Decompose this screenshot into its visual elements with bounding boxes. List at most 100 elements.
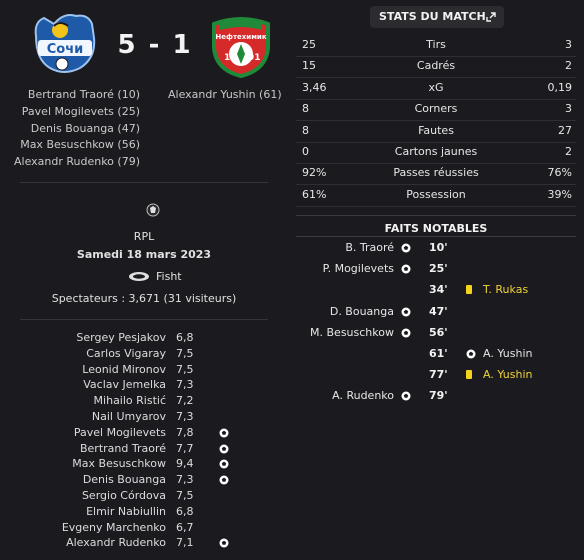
fact-minute: 10'	[429, 241, 448, 254]
player-rating-row[interactable]: Denis Bouanga 7,3	[0, 472, 288, 488]
home-scorer: Max Besuschkow (56)	[20, 138, 140, 152]
fact-row: B. Traoré 10'	[288, 237, 584, 258]
player-rating: 7,7	[176, 441, 194, 455]
player-ratings: Sergey Pesjakov 6,8 Carlos Vigaray 7,5 Leoni…	[0, 330, 288, 551]
stat-row: 8 Fautes 27	[296, 122, 576, 143]
player-rating: 7,1	[176, 536, 194, 550]
away-scorers: Alexandr Yushin (61)	[168, 87, 282, 104]
away-crest-text: Нефтехимик	[215, 33, 266, 41]
ball-icon	[401, 243, 411, 253]
player-rating: 7,3	[176, 473, 194, 487]
player-name: Carlos Vigaray	[86, 346, 166, 360]
home-scorer: Bertrand Traoré (10)	[27, 88, 140, 101]
match-stats-button[interactable]: STATS DU MATCH	[370, 6, 504, 28]
stat-row: 8 Corners 3	[296, 100, 576, 122]
stat-label: Possession	[406, 187, 466, 201]
stat-away-value: 39%	[547, 187, 572, 201]
player-rating-row[interactable]: Pavel Mogilevets 7,8	[0, 425, 288, 441]
player-rating-row[interactable]: Sergio Córdova 7,5	[0, 488, 288, 504]
away-crest-year-right: 91	[248, 53, 261, 63]
fact-row: 34' T. Rukas	[288, 279, 584, 300]
away-scorer: Alexandr Yushin (61)	[168, 88, 282, 101]
stat-away-value: 76%	[547, 166, 572, 180]
player-rating-row[interactable]: Leonid Mironov 7,5	[0, 362, 288, 378]
fact-home-player[interactable]: A. Rudenko	[332, 385, 394, 406]
fact-minute: 47'	[429, 304, 448, 318]
ball-icon	[401, 307, 411, 317]
competition-name: RPL	[133, 230, 155, 243]
away-team-crest[interactable]: Нефтехимик 19 91	[208, 12, 274, 78]
stat-label: Corners	[414, 102, 458, 116]
player-rating-row[interactable]: Carlos Vigaray 7,5	[0, 346, 288, 362]
player-rating: 6,8	[176, 331, 194, 344]
home-crest-text: Сочи	[47, 42, 84, 57]
fact-home-player[interactable]: P. Mogilevets	[323, 258, 394, 279]
player-rating-row[interactable]: Alexandr Rudenko 7,1	[0, 535, 288, 551]
player-name: Denis Bouanga	[82, 473, 166, 487]
stat-row: 92% Passes réussies 76%	[296, 164, 576, 186]
stat-label: Cartons jaunes	[394, 145, 478, 158]
player-rating: 7,5	[176, 362, 194, 376]
stat-row: 3,46 xG 0,19	[296, 79, 576, 100]
stat-away-value: 3	[565, 102, 572, 116]
away-crest-year-left: 19	[224, 53, 237, 63]
player-rating: 7,3	[176, 409, 194, 423]
facts-title: FAITS NOTABLES	[384, 222, 488, 235]
goal-icon-wrap	[219, 475, 229, 485]
player-name: Alexandr Rudenko	[66, 536, 166, 550]
fact-home-player[interactable]: M. Besuschkow	[310, 322, 394, 343]
player-name: Max Besuschkow	[72, 457, 166, 471]
stat-label: Tirs	[426, 38, 446, 51]
player-rating-row[interactable]: Vaclav Jemelka 7,3	[0, 377, 288, 393]
fact-minute: 34'	[429, 283, 448, 297]
ball-icon	[219, 475, 229, 485]
fact-row: 61' A. Yushin	[288, 343, 584, 364]
player-rating-row[interactable]: Max Besuschkow 9,4	[0, 456, 288, 472]
player-name: Evgeny Marchenko	[61, 520, 166, 534]
player-rating-row[interactable]: Nail Umyarov 7,3	[0, 409, 288, 425]
player-name: Mihailo Ristić	[93, 394, 166, 408]
stat-row: 0 Cartons jaunes 2	[296, 143, 576, 164]
fact-minute: 25'	[429, 262, 448, 276]
ball-icon	[219, 459, 229, 469]
fact-home-player[interactable]: D. Bouanga	[330, 301, 394, 322]
stat-away-value: 0,19	[547, 80, 573, 94]
player-rating-row[interactable]: Bertrand Traoré 7,7	[0, 441, 288, 457]
player-rating-row[interactable]: Sergey Pesjakov 6,8	[0, 330, 288, 346]
player-rating-row[interactable]: Mihailo Ristić 7,2	[0, 393, 288, 409]
stat-row: 25 Tirs 3	[296, 36, 576, 57]
player-rating-row[interactable]: Evgeny Marchenko 6,7	[0, 520, 288, 536]
player-name: Leonid Mironov	[82, 362, 166, 376]
ball-icon	[466, 349, 476, 359]
fact-away-player[interactable]: T. Rukas	[483, 279, 528, 300]
stat-label: Fautes	[418, 123, 454, 137]
home-scorers: Bertrand Traoré (10) Pavel Mogilevets (2…	[14, 87, 140, 171]
competition-icon	[146, 203, 160, 217]
divider	[20, 182, 268, 183]
ball-icon	[401, 391, 411, 401]
goal-icon-wrap	[401, 328, 411, 338]
player-rating-row[interactable]: Elmir Nabiullin 6,8	[0, 504, 288, 520]
fact-row: A. Rudenko 79'	[288, 385, 584, 406]
stat-away-value: 2	[565, 145, 572, 158]
player-rating: 6,7	[176, 520, 194, 534]
player-rating: 7,5	[176, 346, 194, 360]
home-scorer: Pavel Mogilevets (25)	[21, 104, 140, 118]
match-summary-panel: Сочи 5 - 1 Нефтехимик 19 91 Bertrand Tra…	[0, 0, 288, 560]
stat-away-value: 2	[565, 59, 572, 73]
ball-icon	[401, 328, 411, 338]
fact-row: 77' A. Yushin	[288, 364, 584, 385]
goal-icon-wrap	[401, 391, 411, 401]
home-scorer: Alexandr Rudenko (79)	[13, 155, 140, 169]
player-rating: 7,5	[176, 488, 194, 502]
fact-away-player[interactable]: A. Yushin	[483, 364, 532, 385]
stat-row: 61% Possession 39%	[296, 186, 576, 207]
player-name: Sergio Córdova	[81, 488, 166, 502]
fact-home-player[interactable]: B. Traoré	[345, 237, 394, 258]
fact-away-player[interactable]: A. Yushin	[483, 343, 532, 364]
goal-icon-wrap	[219, 428, 229, 438]
home-team-crest[interactable]: Сочи	[30, 10, 98, 76]
goal-icon-wrap	[401, 307, 411, 317]
expand-icon	[486, 12, 496, 22]
yellow-card-icon	[466, 285, 472, 295]
